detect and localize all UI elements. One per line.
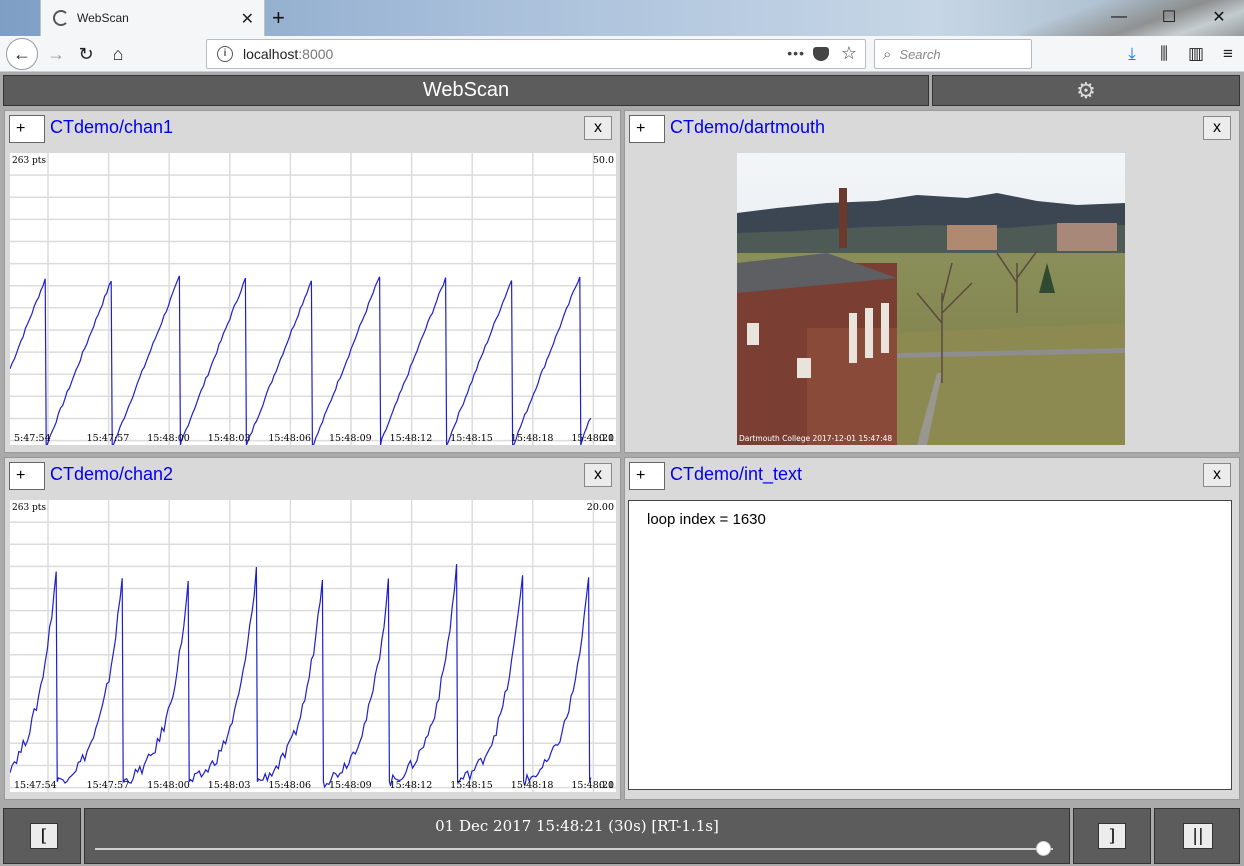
panel-title[interactable]: CTdemo/chan1 — [50, 117, 173, 138]
close-panel-button[interactable]: x — [584, 116, 612, 140]
panel-chan2: + CTdemo/chan2 x 263 pts 20.00 0.0 15:47… — [4, 457, 621, 800]
x-tick-label: 15:48:00 — [147, 433, 190, 444]
x-tick-label: 15:48:21 — [571, 780, 614, 791]
plot-chan2[interactable]: 263 pts 20.00 0.0 15:47:54 15:47:57 15:48:… — [10, 500, 616, 792]
panel-title[interactable]: CTdemo/int_text — [670, 464, 802, 485]
url-host: localhost — [243, 46, 299, 62]
add-channel-button[interactable]: + — [629, 115, 665, 143]
x-tick-label: 15:48:00 — [147, 780, 190, 791]
chart-chan1: 263 pts 50.0 0.0 5:47:54 15:47:57 15:48:00… — [10, 153, 616, 445]
bookmark-star-icon[interactable]: ☆ — [841, 43, 857, 64]
y-max-label: 20.00 — [587, 502, 614, 513]
back-button[interactable]: ← — [6, 38, 38, 70]
playback-controls: [ 01 Dec 2017 15:48:21 (30s) [RT-1.1s] ]… — [0, 806, 1244, 866]
window-controls: — ☐ ✕ — [1094, 0, 1244, 34]
maximize-icon[interactable]: ☐ — [1144, 0, 1194, 34]
series-line — [10, 275, 592, 445]
minimize-icon[interactable]: — — [1094, 0, 1144, 34]
x-tick-label: 15:48:15 — [450, 780, 493, 791]
time-slider-thumb[interactable] — [1036, 841, 1051, 856]
text-value: loop index = 1630 — [647, 511, 766, 528]
x-tick-label: 15:48:18 — [511, 780, 554, 791]
grid — [10, 500, 616, 792]
app-title: WebScan — [3, 75, 929, 106]
close-panel-button[interactable]: x — [1203, 463, 1231, 487]
search-icon: ⌕ — [883, 45, 892, 63]
forward-button[interactable]: → — [42, 40, 70, 68]
tab-close-icon[interactable]: ✕ — [241, 9, 254, 29]
pause-button[interactable]: || — [1183, 823, 1213, 849]
add-channel-button[interactable]: + — [629, 462, 665, 490]
x-tick-label: 15:47:54 — [14, 780, 57, 791]
x-tick-label: 15:48:03 — [208, 780, 251, 791]
panel-title[interactable]: CTdemo/dartmouth — [670, 117, 825, 138]
library-icon[interactable]: ⫼ — [1148, 44, 1180, 64]
x-tick-label: 15:48:12 — [390, 433, 433, 444]
favicon-icon — [53, 10, 69, 26]
text-display: loop index = 1630 — [628, 500, 1232, 790]
left-control-box: [ — [3, 808, 81, 864]
timestamp-label: 01 Dec 2017 15:48:21 (30s) [RT-1.1s] — [435, 817, 719, 835]
points-label: 263 pts — [12, 156, 46, 166]
add-channel-button[interactable]: + — [9, 115, 45, 143]
close-window-icon[interactable]: ✕ — [1194, 0, 1244, 34]
search-placeholder: Search — [899, 46, 941, 62]
x-tick-label: 15:48:21 — [571, 433, 614, 444]
x-tick-label: 15:47:57 — [87, 433, 130, 444]
panel-int-text: + CTdemo/int_text x loop index = 1630 — [624, 457, 1240, 800]
left-bracket-button[interactable]: [ — [30, 823, 58, 849]
download-icon[interactable]: ⤓ — [1116, 44, 1148, 64]
add-channel-button[interactable]: + — [9, 462, 45, 490]
plot-chan1[interactable]: 263 pts 50.0 0.0 5:47:54 15:47:57 15:48:00… — [10, 153, 616, 445]
webcam-image[interactable]: Dartmouth College 2017-12-01 15:47:48 — [737, 153, 1125, 445]
chart-chan2: 263 pts 20.00 0.0 15:47:54 15:47:57 15:48:… — [10, 500, 616, 792]
grid — [10, 153, 616, 445]
new-tab-button[interactable]: + — [272, 5, 285, 31]
right-control-box: ] — [1073, 808, 1151, 864]
toolbar-icons: ⤓ ⫼ ▥ ≡ — [1116, 36, 1244, 72]
browser-tab-bar: WebScan ✕ + — ☐ ✕ — [0, 0, 1244, 72]
url-bar[interactable]: i localhost:8000 ••• ☆ — [206, 39, 866, 69]
x-tick-label: 5:47:54 — [14, 433, 51, 444]
time-slider-track[interactable] — [95, 848, 1053, 850]
panel-title[interactable]: CTdemo/chan2 — [50, 464, 173, 485]
site-info-icon[interactable]: i — [217, 46, 233, 62]
y-max-label: 50.0 — [593, 155, 614, 166]
page-actions-icon[interactable]: ••• — [787, 45, 805, 61]
right-bracket-button[interactable]: ] — [1098, 823, 1126, 849]
browser-nav-bar: ← → ↻ ⌂ i localhost:8000 ••• ☆ ⌕ Search — [0, 36, 1244, 72]
home-button[interactable]: ⌂ — [104, 40, 132, 68]
search-input[interactable]: ⌕ Search — [874, 39, 1032, 69]
panel-chan1: + CTdemo/chan1 x 263 pts 50.0 0.0 5:47:5… — [4, 110, 621, 453]
tab-title: WebScan — [77, 11, 129, 25]
series-line — [10, 564, 592, 789]
x-tick-label: 15:48:06 — [268, 780, 311, 791]
x-tick-label: 15:48:06 — [268, 433, 311, 444]
x-tick-label: 15:48:09 — [329, 433, 372, 444]
settings-button[interactable]: ⚙ — [932, 75, 1240, 106]
url-port: :8000 — [298, 46, 334, 62]
webscan-app: WebScan ⚙ + CTdemo/chan1 x 263 pts 50.0 … — [0, 72, 1244, 866]
menu-icon[interactable]: ≡ — [1212, 44, 1244, 64]
x-tick-label: 15:48:12 — [390, 780, 433, 791]
x-tick-label: 15:48:03 — [208, 433, 251, 444]
reload-button[interactable]: ↻ — [72, 40, 100, 68]
browser-tab[interactable]: WebScan ✕ — [40, 0, 265, 36]
x-tick-label: 15:48:15 — [450, 433, 493, 444]
pause-control-box: || — [1154, 808, 1240, 864]
sidebar-icon[interactable]: ▥ — [1180, 44, 1212, 64]
x-tick-label: 15:48:18 — [511, 433, 554, 444]
time-slider-box: 01 Dec 2017 15:48:21 (30s) [RT-1.1s] — [84, 808, 1070, 864]
close-panel-button[interactable]: x — [584, 463, 612, 487]
panel-dartmouth: + CTdemo/dartmouth x Dartmouth College 2… — [624, 110, 1240, 453]
image-caption: Dartmouth College 2017-12-01 15:47:48 — [739, 434, 892, 443]
x-tick-label: 15:47:57 — [87, 780, 130, 791]
campus-photo: Dartmouth College 2017-12-01 15:47:48 — [737, 153, 1125, 445]
pocket-icon[interactable] — [813, 47, 829, 61]
points-label: 263 pts — [12, 503, 46, 513]
gear-icon: ⚙ — [1076, 77, 1096, 103]
x-tick-label: 15:48:09 — [329, 780, 372, 791]
close-panel-button[interactable]: x — [1203, 116, 1231, 140]
